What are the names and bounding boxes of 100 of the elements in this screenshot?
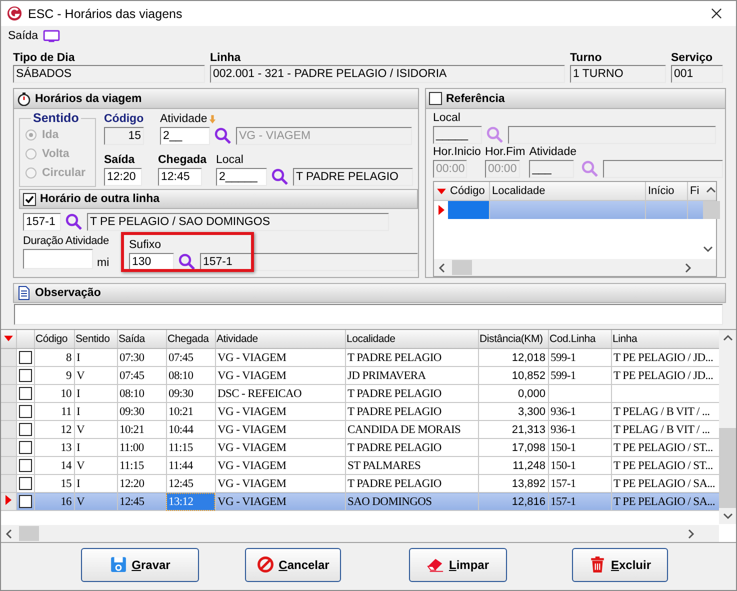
- section-header: Horários da viagem: [14, 89, 418, 109]
- checkbox[interactable]: [18, 405, 32, 418]
- search-icon[interactable]: [178, 253, 196, 271]
- table-cell: JD PRIMAVERA: [348, 370, 426, 382]
- horizontal-scrollbar[interactable]: [1, 525, 719, 542]
- action-button[interactable]: Cancelar: [245, 548, 341, 582]
- table-cell: I: [76, 442, 80, 454]
- column-header[interactable]: Localidade: [345, 330, 478, 348]
- input-field[interactable]: 2__: [160, 127, 210, 145]
- table-cell: T PADRE PELAGIO: [348, 478, 442, 490]
- input-field[interactable]: [602, 160, 722, 178]
- scroll-thumb[interactable]: [19, 526, 39, 541]
- table-cell: 07:30: [120, 352, 144, 364]
- table-cell: T PELAG / B VIT / ...: [614, 406, 710, 418]
- checkbox[interactable]: [18, 351, 32, 364]
- monitor-icon[interactable]: [43, 30, 60, 42]
- table-cell: 12,816: [512, 496, 546, 508]
- table-cell: I: [76, 406, 80, 418]
- table-cell: I: [76, 352, 80, 364]
- scroll-thumb[interactable]: [452, 260, 472, 275]
- input-field[interactable]: T PADRE PELAGIO: [293, 168, 413, 186]
- input-field[interactable]: 157-1: [200, 253, 418, 271]
- input-field[interactable]: _____: [433, 126, 482, 144]
- input-field[interactable]: T PE PELAGIO / SAO DOMINGOS: [87, 213, 389, 231]
- horizontal-scrollbar[interactable]: [434, 259, 716, 276]
- table-cell: 599-1: [550, 352, 576, 364]
- input-field[interactable]: 002.001 - 321 - PADRE PELAGIO / ISIDORIA: [210, 65, 565, 83]
- eraser-icon: [426, 556, 444, 573]
- section-header: Horário de outra linha: [19, 189, 418, 209]
- table-cell: T PE PELAGIO / JD...: [614, 352, 714, 364]
- table-cell: 21,313: [512, 424, 546, 436]
- scroll-thumb[interactable]: [719, 428, 736, 508]
- column-header[interactable]: Chegada: [166, 330, 215, 348]
- checkbox[interactable]: [18, 495, 32, 508]
- search-icon[interactable]: [214, 127, 232, 145]
- close-icon[interactable]: [711, 8, 722, 19]
- column-header[interactable]: Linha: [611, 330, 719, 348]
- checkbox[interactable]: [18, 369, 32, 382]
- input-field[interactable]: SÁBADOS: [13, 65, 205, 83]
- input-field[interactable]: ___: [529, 160, 574, 178]
- action-button[interactable]: Gravar: [81, 548, 199, 582]
- table-cell: V: [76, 370, 85, 382]
- table-cell: 14: [60, 460, 72, 472]
- column-header[interactable]: Sentido: [74, 330, 117, 348]
- table-cell: ST PALMARES: [348, 460, 421, 472]
- table-cell: 9: [66, 370, 72, 382]
- table-cell: 3,300: [518, 406, 546, 418]
- table-cell: 12:20: [120, 478, 144, 490]
- scroll-thumb[interactable]: [703, 201, 720, 219]
- input-field[interactable]: 15: [104, 127, 144, 145]
- table-cell: 10:21: [120, 424, 144, 436]
- table-cell: V: [76, 496, 85, 508]
- checkbox[interactable]: [18, 387, 32, 400]
- column-header[interactable]: Localidade: [490, 182, 646, 200]
- table-cell: VG - VIAGEM: [218, 478, 286, 490]
- menu-item[interactable]: Saída: [8, 30, 38, 42]
- table-cell: 936-1: [550, 406, 576, 418]
- input-field[interactable]: 2_____: [216, 168, 267, 186]
- input-field[interactable]: 12:45: [158, 168, 202, 186]
- search-icon[interactable]: [271, 168, 289, 186]
- table-cell: 11,248: [512, 460, 546, 472]
- column-header[interactable]: Início: [646, 182, 688, 200]
- checkbox[interactable]: [18, 459, 32, 472]
- row-indicator-icon: [3, 493, 14, 507]
- table-cell: 10,852: [512, 370, 546, 382]
- no-entry-icon: [256, 556, 274, 573]
- table-cell: 8: [66, 352, 72, 364]
- table-cell: V: [76, 424, 85, 436]
- table-cell: 09:30: [168, 388, 194, 400]
- input-field[interactable]: 1 TURNO: [570, 65, 666, 83]
- checkbox[interactable]: [429, 92, 442, 105]
- search-icon[interactable]: [65, 213, 83, 231]
- column-header[interactable]: Código: [448, 182, 490, 200]
- field-label: Local: [433, 111, 462, 125]
- text-area[interactable]: [14, 304, 723, 325]
- input-field[interactable]: 12:20: [104, 168, 142, 186]
- action-button[interactable]: Excluir: [572, 548, 668, 582]
- table-cell: I: [76, 478, 80, 490]
- field-label: Duração Atividade: [23, 234, 109, 248]
- checkbox[interactable]: [23, 192, 36, 206]
- column-header[interactable]: Atividade: [215, 330, 345, 348]
- checkbox[interactable]: [18, 423, 32, 436]
- vertical-scrollbar[interactable]: [719, 330, 736, 524]
- column-header[interactable]: Distância(KM): [478, 330, 548, 348]
- input-field[interactable]: 157-1: [23, 213, 61, 231]
- table-cell: 12,018: [512, 352, 546, 364]
- input-field[interactable]: 001: [671, 65, 723, 83]
- table-cell: T PE PELAGIO / SA...: [614, 496, 715, 508]
- checkbox[interactable]: [18, 441, 32, 454]
- input-field[interactable]: [508, 126, 716, 144]
- table-cell: 10: [60, 388, 72, 400]
- column-header[interactable]: Saída: [117, 330, 166, 348]
- input-field[interactable]: [23, 249, 93, 269]
- column-header[interactable]: Fi: [688, 182, 703, 200]
- table-cell: 11:44: [168, 460, 193, 472]
- column-header[interactable]: Código: [34, 330, 74, 348]
- field-label: Código: [104, 112, 145, 126]
- column-header[interactable]: Cod.Linha: [548, 330, 611, 348]
- action-button[interactable]: Limpar: [409, 548, 507, 582]
- checkbox[interactable]: [18, 477, 32, 490]
